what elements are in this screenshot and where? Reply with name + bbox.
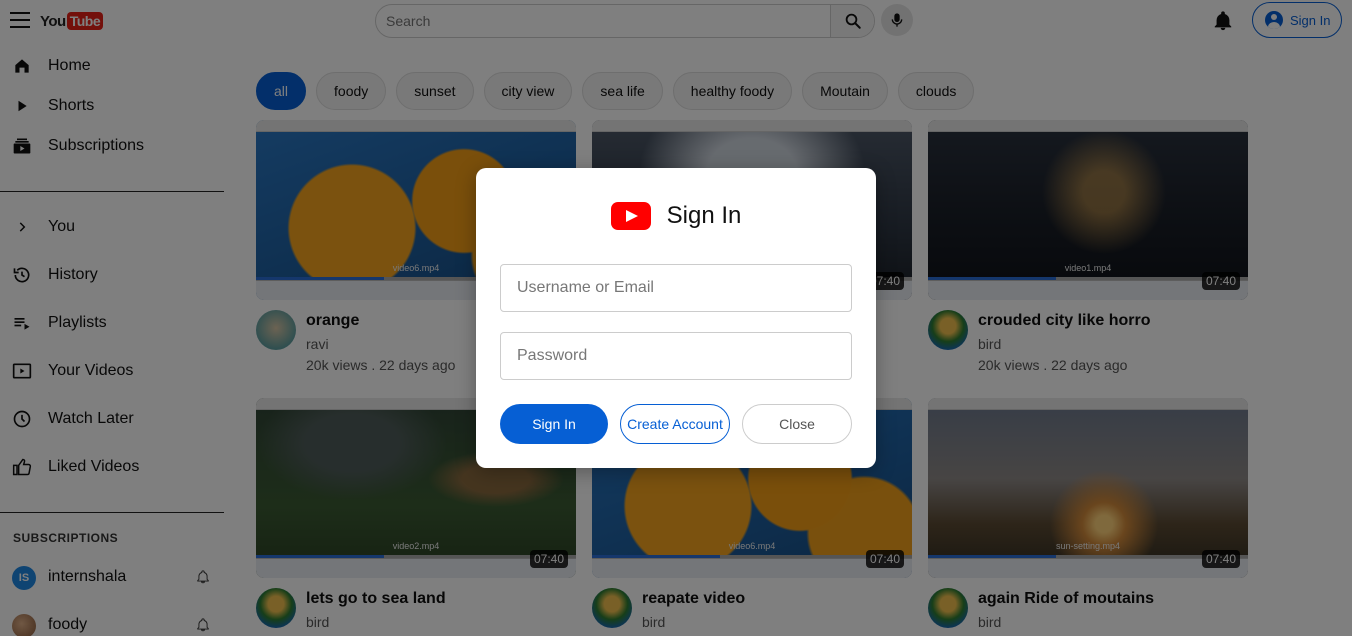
signin-submit-button[interactable]: Sign In (500, 404, 608, 444)
username-field[interactable] (500, 264, 852, 312)
modal-header: Sign In (476, 202, 876, 230)
youtube-play-logo-icon (610, 202, 651, 230)
signin-modal: Sign In Sign In Create Account Close (476, 168, 876, 468)
create-account-button[interactable]: Create Account (620, 404, 730, 444)
modal-title: Sign In (666, 202, 742, 229)
close-modal-button[interactable]: Close (742, 404, 852, 444)
password-field[interactable] (500, 332, 852, 380)
